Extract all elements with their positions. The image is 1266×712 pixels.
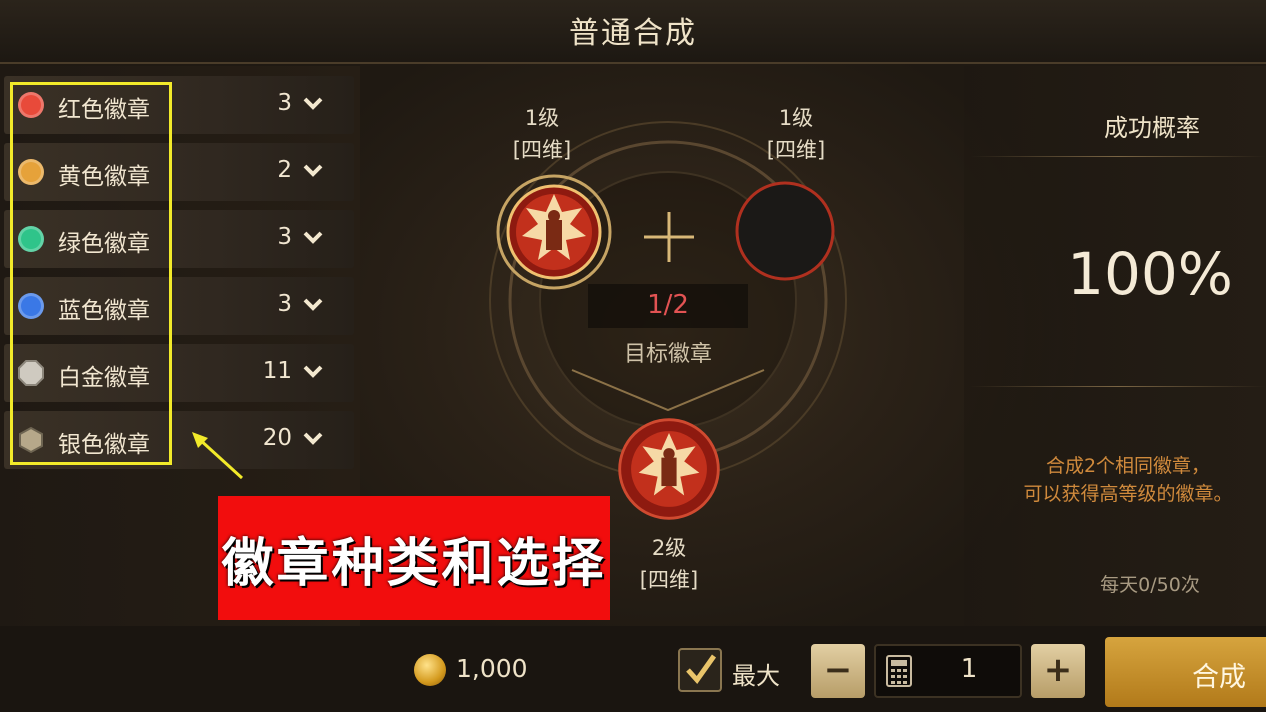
plus-icon bbox=[644, 212, 694, 262]
description-line-2: 可以获得高等级的徽章。 bbox=[1023, 483, 1233, 505]
result-level-label: 2级 [四维] bbox=[626, 532, 712, 596]
target-badge-label: 目标徽章 bbox=[623, 342, 712, 367]
left-badge-slot[interactable] bbox=[496, 174, 612, 290]
decrease-button[interactable]: − bbox=[811, 644, 865, 698]
left-slot-level: 1级 bbox=[524, 106, 560, 130]
success-panel bbox=[964, 66, 1266, 626]
checkmark-icon bbox=[686, 654, 717, 684]
gold-coin-icon bbox=[414, 654, 446, 686]
result-level: 2级 bbox=[651, 536, 687, 560]
success-rate-value: 100% bbox=[1067, 240, 1233, 308]
result-badge bbox=[618, 418, 720, 520]
description-line-1: 合成2个相同徽章， bbox=[1045, 455, 1211, 477]
success-rate-title: 成功概率 bbox=[1104, 114, 1200, 142]
increase-button[interactable]: + bbox=[1031, 644, 1085, 698]
divider bbox=[970, 156, 1266, 157]
selection-ratio: 1/2 bbox=[647, 290, 689, 320]
max-label: 最大 bbox=[732, 662, 780, 690]
synthesize-button[interactable]: 合成 bbox=[1105, 637, 1266, 707]
quantity-value: 1 bbox=[960, 654, 978, 684]
left-slot-level-label: 1级 [四维] bbox=[500, 102, 584, 166]
synthesize-label: 合成 bbox=[1192, 662, 1246, 693]
calculator-icon[interactable] bbox=[886, 655, 912, 687]
divider bbox=[970, 386, 1266, 387]
synthesis-description: 合成2个相同徽章， 可以获得高等级的徽章。 bbox=[990, 452, 1266, 508]
daily-limit: 每天0/50次 bbox=[1100, 574, 1200, 596]
right-slot-level-label: 1级 [四维] bbox=[754, 102, 838, 166]
left-slot-type: [四维] bbox=[512, 138, 572, 162]
result-type: [四维] bbox=[639, 568, 699, 592]
right-slot-type: [四维] bbox=[766, 138, 826, 162]
right-slot-level: 1级 bbox=[778, 106, 814, 130]
gold-amount: 1,000 bbox=[456, 654, 528, 683]
right-badge-slot-empty[interactable] bbox=[734, 180, 836, 282]
max-checkbox[interactable] bbox=[678, 648, 722, 692]
